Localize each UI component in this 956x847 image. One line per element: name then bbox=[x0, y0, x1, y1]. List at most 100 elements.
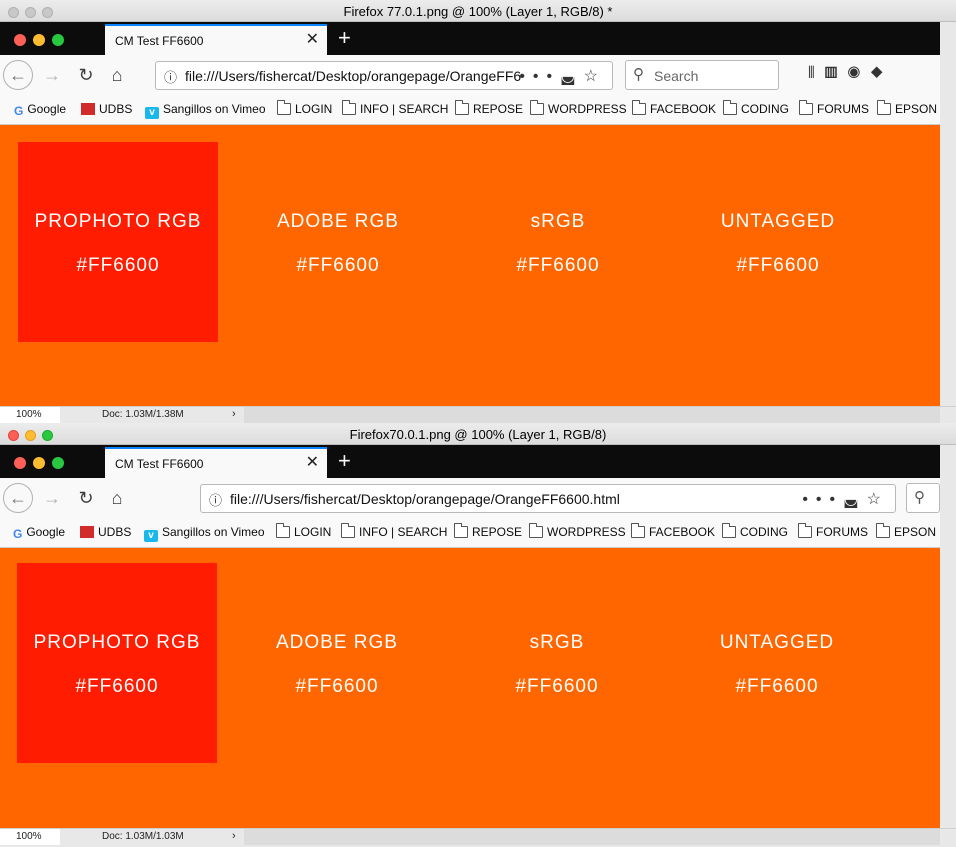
page-actions-icon[interactable]: ••• bbox=[519, 68, 560, 85]
page-content: PROPHOTO RGB #FF6600 ADOBE RGB #FF6600 sRG… bbox=[0, 125, 940, 407]
bookmark-epson[interactable]: EPSON bbox=[876, 523, 936, 539]
tab-strip: CM Test FF6600 ✕ + bbox=[0, 445, 940, 478]
bookmark-login[interactable]: LOGIN bbox=[277, 100, 332, 116]
url-bar[interactable]: ⓘ file:///Users/fishercat/Desktop/orange… bbox=[200, 484, 896, 513]
extension-icon[interactable]: ◆ bbox=[870, 65, 893, 82]
home-icon[interactable]: ⌂ bbox=[103, 61, 131, 89]
folder-icon bbox=[530, 100, 544, 115]
bookmark-wordpress[interactable]: WORDPRESS bbox=[530, 100, 627, 116]
bookmark-coding[interactable]: CODING bbox=[722, 523, 788, 539]
sample-untagged: UNTAGGED #FF6600 bbox=[678, 211, 878, 277]
photoshop-title-bar[interactable]: Firefox70.0.1.png @ 100% (Layer 1, RGB/8… bbox=[0, 423, 956, 445]
bookmark-login[interactable]: LOGIN bbox=[276, 523, 331, 539]
vertical-scrollbar[interactable] bbox=[940, 22, 956, 406]
bookmark-wordpress[interactable]: WORDPRESS bbox=[529, 523, 626, 539]
navigation-toolbar: ← → ↻ ⌂ ⓘ file:///Users/fishercat/Deskto… bbox=[0, 55, 940, 97]
firefox-minimize-button[interactable] bbox=[33, 457, 45, 469]
status-menu-arrow-icon[interactable]: › bbox=[232, 830, 236, 842]
new-tab-icon[interactable]: + bbox=[338, 25, 351, 51]
vertical-scrollbar[interactable] bbox=[940, 445, 956, 833]
sidebar-icon[interactable]: ▥ bbox=[825, 65, 848, 82]
sample-label: PROPHOTO RGB bbox=[33, 632, 201, 653]
bookmark-vimeo[interactable]: v Sangillos on Vimeo bbox=[145, 102, 266, 119]
account-icon[interactable]: ◉ bbox=[848, 65, 871, 82]
bookmark-info-search[interactable]: INFO | SEARCH bbox=[342, 100, 448, 116]
pocket-icon[interactable]: ◛ bbox=[843, 491, 867, 508]
bookmarks-toolbar: G Google UDBS v Sangillos on Vimeo LOGIN I… bbox=[0, 97, 940, 125]
sample-prophoto: PROPHOTO RGB #FF6600 bbox=[18, 211, 218, 277]
back-arrow-icon[interactable]: ← bbox=[3, 483, 33, 513]
reload-icon[interactable]: ↻ bbox=[72, 61, 100, 89]
folder-icon bbox=[798, 523, 812, 538]
tab-strip: CM Test FF6600 ✕ + bbox=[0, 22, 940, 55]
vimeo-icon: v bbox=[145, 107, 159, 119]
bookmark-udbs[interactable]: UDBS bbox=[80, 525, 131, 539]
search-icon: ⚲ bbox=[914, 489, 925, 506]
page-actions-icon[interactable]: ••• bbox=[802, 491, 843, 508]
firefox-zoom-button[interactable] bbox=[52, 34, 64, 46]
photoshop-window-ff77: Firefox 77.0.1.png @ 100% (Layer 1, RGB/… bbox=[0, 0, 956, 423]
bookmark-repose[interactable]: REPOSE bbox=[454, 523, 522, 539]
forward-arrow-icon[interactable]: → bbox=[38, 61, 66, 89]
bookmark-star-icon[interactable]: ☆ bbox=[584, 68, 606, 85]
info-icon[interactable]: ⓘ bbox=[209, 490, 222, 509]
tab-cm-test[interactable]: CM Test FF6600 ✕ bbox=[105, 447, 327, 478]
bookmark-star-icon[interactable]: ☆ bbox=[867, 491, 889, 508]
folder-icon bbox=[722, 523, 736, 538]
pocket-icon[interactable]: ◛ bbox=[560, 68, 584, 85]
library-icon[interactable]: ⫴ bbox=[808, 65, 825, 82]
zoom-level[interactable]: 100% bbox=[0, 407, 60, 423]
back-arrow-icon[interactable]: ← bbox=[3, 60, 33, 90]
new-tab-icon[interactable]: + bbox=[338, 448, 351, 474]
bookmark-vimeo[interactable]: v Sangillos on Vimeo bbox=[144, 525, 265, 542]
photoshop-status-bar: 100% Doc: 1.03M/1.38M › bbox=[0, 406, 956, 423]
firefox-zoom-button[interactable] bbox=[52, 457, 64, 469]
toolbar-right-icons: ⫴▥◉◆ bbox=[808, 65, 893, 83]
bookmark-facebook[interactable]: FACEBOOK bbox=[632, 100, 716, 116]
firefox-close-button[interactable] bbox=[14, 457, 26, 469]
forward-arrow-icon[interactable]: → bbox=[38, 484, 66, 512]
folder-icon bbox=[529, 523, 543, 538]
sample-hex: #FF6600 bbox=[736, 255, 820, 276]
bookmark-facebook[interactable]: FACEBOOK bbox=[631, 523, 715, 539]
sample-adobe: ADOBE RGB #FF6600 bbox=[238, 211, 438, 277]
reload-icon[interactable]: ↻ bbox=[72, 484, 100, 512]
bookmark-udbs[interactable]: UDBS bbox=[81, 102, 132, 116]
bookmark-google[interactable]: G Google bbox=[13, 525, 65, 541]
home-icon[interactable]: ⌂ bbox=[103, 484, 131, 512]
horizontal-scrollbar[interactable] bbox=[244, 829, 940, 845]
tab-cm-test[interactable]: CM Test FF6600 ✕ bbox=[105, 24, 327, 55]
firefox-minimize-button[interactable] bbox=[33, 34, 45, 46]
url-text[interactable]: file:///Users/fishercat/Desktop/orangepa… bbox=[185, 68, 525, 84]
folder-icon bbox=[632, 100, 646, 115]
folder-icon bbox=[631, 523, 645, 538]
close-tab-icon[interactable]: ✕ bbox=[306, 454, 319, 472]
url-text[interactable]: file:///Users/fishercat/Desktop/orangepa… bbox=[230, 491, 810, 507]
search-bar[interactable]: ⚲ bbox=[906, 483, 940, 513]
bookmark-info-search[interactable]: INFO | SEARCH bbox=[341, 523, 447, 539]
bookmark-repose[interactable]: REPOSE bbox=[455, 100, 523, 116]
bookmark-forums[interactable]: FORUMS bbox=[799, 100, 869, 116]
info-icon[interactable]: ⓘ bbox=[164, 67, 177, 86]
zoom-level[interactable]: 100% bbox=[0, 829, 60, 845]
url-bar[interactable]: ⓘ file:///Users/fishercat/Desktop/orange… bbox=[155, 61, 613, 90]
bookmark-epson[interactable]: EPSON bbox=[877, 100, 937, 116]
sample-label: sRGB bbox=[530, 211, 586, 232]
firefox-close-button[interactable] bbox=[14, 34, 26, 46]
sample-srgb: sRGB #FF6600 bbox=[458, 211, 658, 277]
sample-hex: #FF6600 bbox=[516, 255, 600, 276]
close-tab-icon[interactable]: ✕ bbox=[306, 31, 319, 49]
photoshop-document-title: Firefox 77.0.1.png @ 100% (Layer 1, RGB/… bbox=[343, 4, 613, 19]
sample-hex: #FF6600 bbox=[515, 676, 599, 697]
sample-label: sRGB bbox=[529, 632, 585, 653]
search-icon: ⚲ bbox=[633, 66, 644, 83]
search-bar[interactable]: ⚲ Search bbox=[625, 60, 779, 90]
google-icon: G bbox=[13, 527, 23, 541]
photoshop-title-bar[interactable]: Firefox 77.0.1.png @ 100% (Layer 1, RGB/… bbox=[0, 0, 956, 22]
bookmark-google[interactable]: G Google bbox=[14, 102, 66, 118]
horizontal-scrollbar[interactable] bbox=[244, 407, 940, 423]
status-menu-arrow-icon[interactable]: › bbox=[232, 408, 236, 420]
bookmark-forums[interactable]: FORUMS bbox=[798, 523, 868, 539]
vimeo-icon: v bbox=[144, 530, 158, 542]
bookmark-coding[interactable]: CODING bbox=[723, 100, 789, 116]
